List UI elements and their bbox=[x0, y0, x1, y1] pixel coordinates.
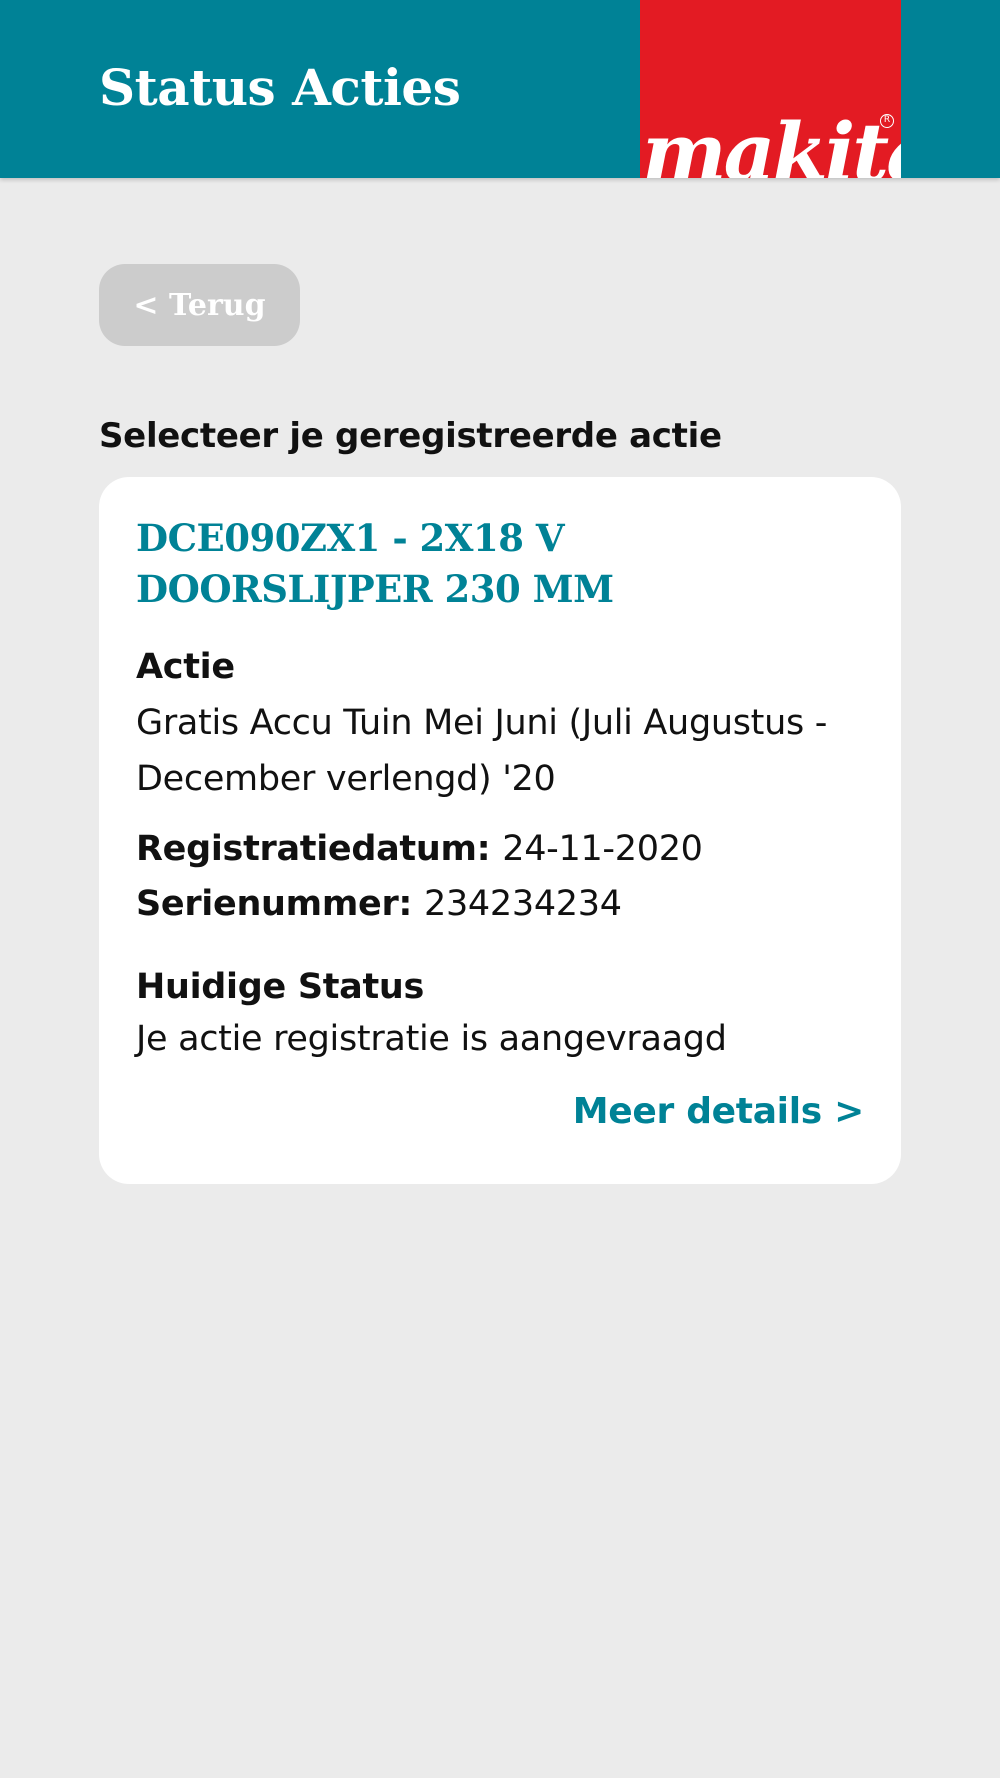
section-label: Selecteer je geregistreerde actie bbox=[99, 416, 722, 456]
serial-number-value: 234234234 bbox=[424, 884, 622, 924]
serial-number-row: Serienummer: 234234234 bbox=[136, 884, 622, 924]
page-title: Status Acties bbox=[99, 58, 461, 117]
action-label: Actie bbox=[136, 647, 235, 687]
makita-logo: makita R bbox=[640, 0, 901, 178]
registered-mark-icon: R bbox=[880, 114, 894, 128]
app-header: Status Acties makita R bbox=[0, 0, 1000, 178]
more-details-link[interactable]: Meer details > bbox=[573, 1091, 865, 1132]
status-label: Huidige Status bbox=[136, 967, 425, 1007]
status-value: Je actie registratie is aangevraagd bbox=[136, 1019, 727, 1059]
logo-wordmark: makita bbox=[642, 105, 901, 178]
action-value: Gratis Accu Tuin Mei Juni (Juli Augustus… bbox=[136, 703, 828, 799]
registration-date-value: 24-11-2020 bbox=[502, 829, 703, 869]
product-title: DCE090ZX1 - 2X18 V DOORSLIJPER 230 MM bbox=[136, 516, 614, 611]
registration-date-row: Registratiedatum: 24-11-2020 bbox=[136, 829, 703, 869]
registered-action-card[interactable]: DCE090ZX1 - 2X18 V DOORSLIJPER 230 MM Ac… bbox=[99, 477, 901, 1184]
back-button[interactable]: < Terug bbox=[99, 264, 300, 346]
registration-date-label: Registratiedatum: bbox=[136, 829, 503, 869]
serial-number-label: Serienummer: bbox=[136, 884, 424, 924]
